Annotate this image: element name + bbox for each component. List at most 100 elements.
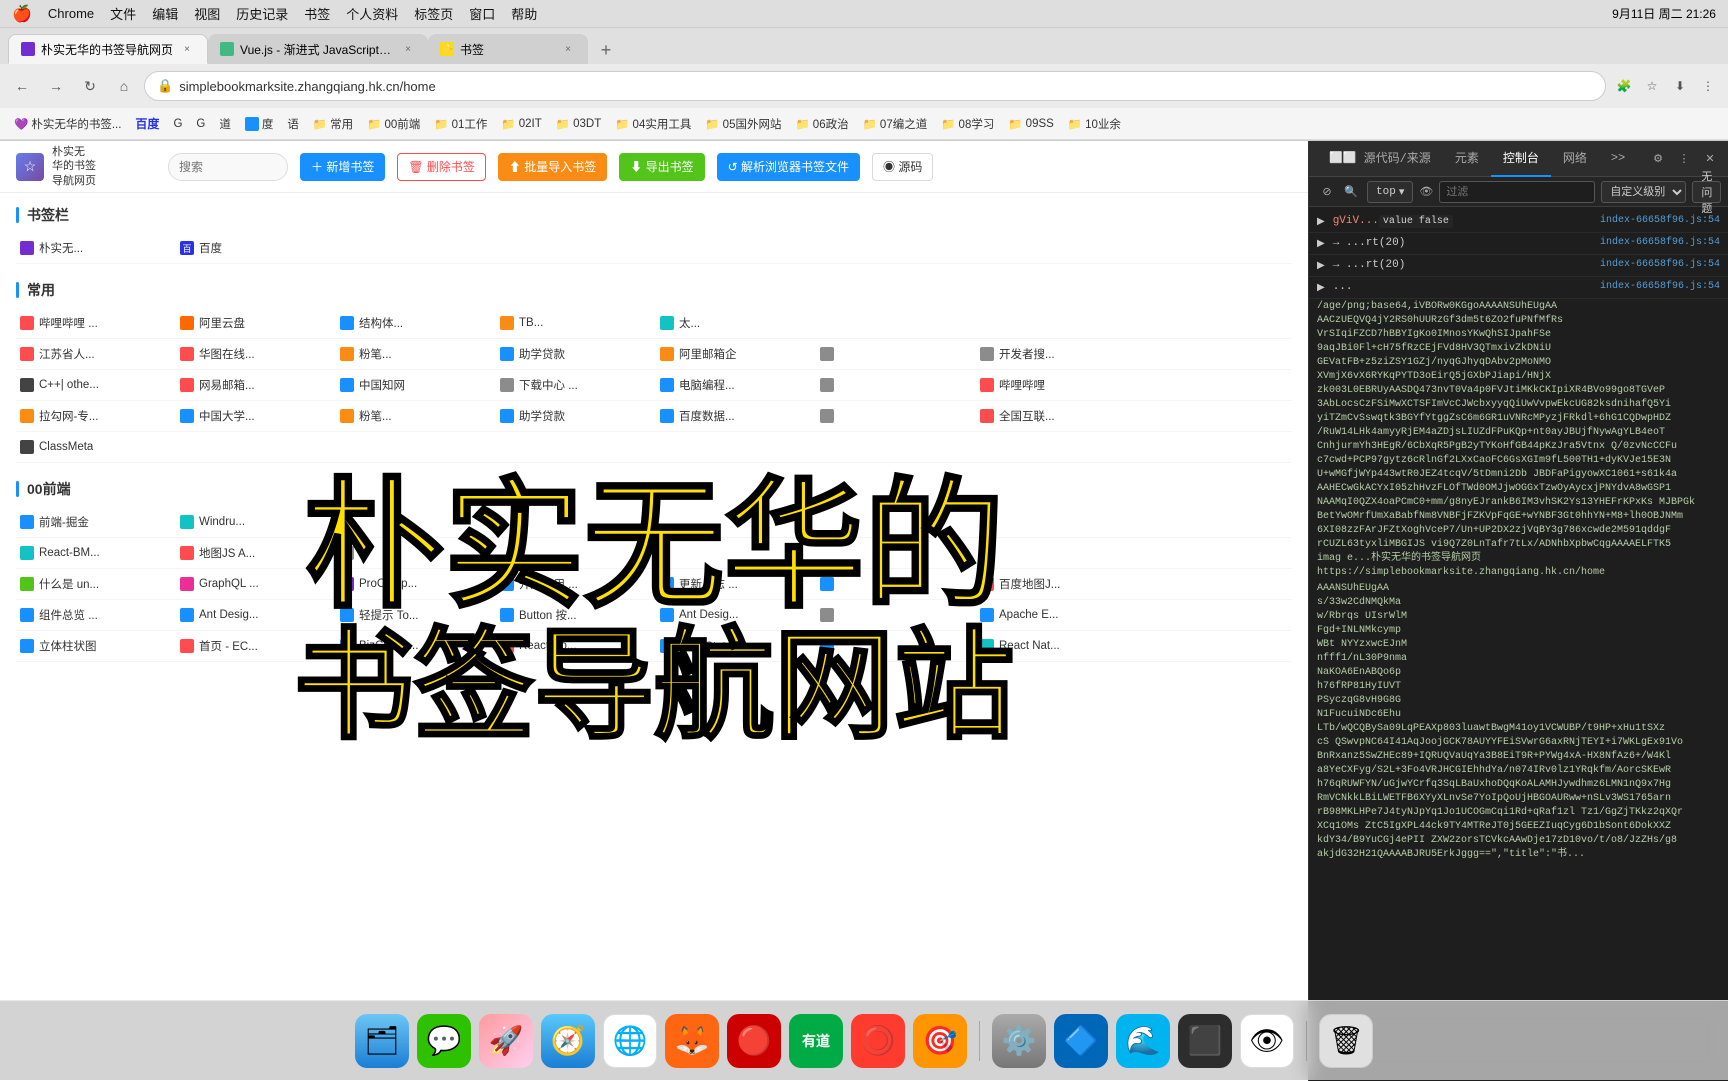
- tab3-close[interactable]: ×: [560, 41, 576, 57]
- menu-view[interactable]: 视图: [194, 4, 220, 23]
- dt-tab-network[interactable]: 网络: [1551, 141, 1599, 177]
- quanguo-cell[interactable]: 全国互联...: [976, 404, 1132, 428]
- diannaobiancheng-cell[interactable]: 电脑编程...: [656, 373, 812, 397]
- qingti-cell[interactable]: 轻提示 To...: [336, 603, 492, 627]
- huatu-cell[interactable]: 华图在线...: [176, 342, 332, 366]
- bm-bar-baidu[interactable]: 百度: [129, 113, 165, 134]
- zujian-cell[interactable]: 组件总览 ...: [16, 603, 172, 627]
- grey1-cell[interactable]: [816, 342, 972, 366]
- search-input[interactable]: [168, 153, 288, 181]
- baidumapj-cell[interactable]: 百度地图J...: [976, 572, 1132, 596]
- bilibili2-cell[interactable]: 哔哩哔哩: [976, 373, 1132, 397]
- grey4-cell[interactable]: [336, 541, 492, 565]
- dt-filter-icon[interactable]: 🔍: [1341, 182, 1361, 202]
- source-button[interactable]: ◉ 源码: [872, 153, 933, 181]
- delete-bookmark-button[interactable]: 🗑 删除书签: [397, 153, 486, 181]
- dock-terminal[interactable]: ⬛: [1178, 1014, 1232, 1068]
- aliyun-cell[interactable]: 阿里云盘: [176, 311, 332, 335]
- bm-bar-g1[interactable]: G: [167, 116, 188, 132]
- bm-folder-dt[interactable]: 📁 03DT: [550, 115, 607, 133]
- msg2-source[interactable]: index-66658f96.js:54: [1600, 235, 1720, 250]
- dt-level-select[interactable]: 自定义级别: [1601, 181, 1686, 203]
- fenbi-cell[interactable]: 粉笔...: [336, 342, 492, 366]
- download-cell[interactable]: 下载中心 ...: [496, 373, 652, 397]
- bm-cell-pushi[interactable]: 朴实无...: [16, 236, 172, 260]
- export-button[interactable]: ⬇ 导出书签: [619, 153, 704, 181]
- add-bookmark-button[interactable]: ＋ 新增书签: [300, 153, 385, 181]
- bm-bar-item-site[interactable]: 💜 朴实无华的书签...: [8, 114, 127, 134]
- tab-bookmark[interactable]: ⭐ 书签 ×: [428, 34, 588, 64]
- jiegou-cell[interactable]: 结构体...: [336, 311, 492, 335]
- gengxin-cell[interactable]: 更新日志 ...: [656, 572, 812, 596]
- dock-finder[interactable]: 🗂: [355, 1014, 409, 1068]
- menu-profile[interactable]: 个人资料: [346, 4, 398, 23]
- bm-folder-09[interactable]: 📁 09SS: [1002, 115, 1059, 133]
- grey2-cell[interactable]: [816, 373, 972, 397]
- dock-yuedao[interactable]: 有道: [789, 1014, 843, 1068]
- dt-filter-input[interactable]: [1439, 181, 1595, 203]
- bm-folder-coding[interactable]: 📁 07编之道: [857, 114, 934, 134]
- dock-chrome[interactable]: 🌐: [603, 1014, 657, 1068]
- fenbi2-cell[interactable]: 粉笔...: [336, 404, 492, 428]
- windru-cell[interactable]: Windru...: [176, 510, 332, 534]
- msg1-source[interactable]: index-66658f96.js:54: [1600, 213, 1720, 228]
- menu-tabs[interactable]: 标签页: [414, 4, 453, 23]
- shiyong-cell[interactable]: 使用 Stat...: [656, 634, 812, 658]
- bm-folder-frontend[interactable]: 📁 00前端: [361, 114, 426, 134]
- reload-button[interactable]: ↻: [76, 72, 104, 100]
- dt-more-icon[interactable]: ⋮: [1674, 149, 1694, 169]
- wyemail-cell[interactable]: 网易邮箱...: [176, 373, 332, 397]
- home-button[interactable]: ⌂: [110, 72, 138, 100]
- lagou-cell[interactable]: 拉勾网-专...: [16, 404, 172, 428]
- dock-unknown2[interactable]: 🎯: [913, 1014, 967, 1068]
- zhuxue2-cell[interactable]: 助学贷款: [496, 404, 652, 428]
- baidushuju-cell[interactable]: 百度数据...: [656, 404, 812, 428]
- tab-vuejs[interactable]: Vue.js - 渐进式 JavaScript 框架 ×: [208, 34, 428, 64]
- classmeta-cell[interactable]: ClassMeta: [16, 435, 172, 459]
- tb-cell[interactable]: TB...: [496, 311, 652, 335]
- aliemail-cell[interactable]: 阿里邮箱企: [656, 342, 812, 366]
- bm-folder-changyong[interactable]: 📁 常用: [307, 114, 359, 134]
- bm-folder-tools[interactable]: 📁 04实用工具: [609, 114, 697, 134]
- dock-preview[interactable]: 👁: [1240, 1014, 1294, 1068]
- bm-bar-dao[interactable]: 道: [213, 114, 237, 134]
- grey5-cell[interactable]: [816, 603, 972, 627]
- bm-bar-du[interactable]: 度: [239, 114, 280, 134]
- more-icon[interactable]: ⋮: [1696, 74, 1720, 98]
- menu-edit[interactable]: 编辑: [152, 4, 178, 23]
- new-tab-button[interactable]: +: [592, 36, 620, 64]
- menu-chrome[interactable]: Chrome: [48, 6, 94, 21]
- bm-bar-g2[interactable]: G: [190, 116, 211, 132]
- dt-tab-console[interactable]: 控制台: [1491, 141, 1551, 177]
- bm-folder-politics[interactable]: 📁 06政治: [789, 114, 854, 134]
- dt-settings-icon[interactable]: ⚙: [1648, 149, 1668, 169]
- button-cell[interactable]: Button 按...: [496, 603, 652, 627]
- dock-trash[interactable]: 🗑: [1319, 1014, 1373, 1068]
- procomp-cell[interactable]: ProComp...: [336, 572, 492, 596]
- dock-unknown1[interactable]: ⭕: [851, 1014, 905, 1068]
- dt-tab-source[interactable]: ⬜⬜ 源代码/来源: [1317, 141, 1443, 177]
- dock-wechat[interactable]: 💬: [417, 1014, 471, 1068]
- forward-button[interactable]: →: [42, 72, 70, 100]
- menu-file[interactable]: 文件: [110, 4, 136, 23]
- dt-eye-icon[interactable]: 👁: [1419, 182, 1433, 202]
- dt-prohibit-icon[interactable]: ⊘: [1317, 182, 1337, 202]
- parse-browser-button[interactable]: ↺ 解析浏览器书签文件: [717, 153, 860, 181]
- apache-cell[interactable]: Apache E...: [976, 603, 1132, 627]
- ec-cell[interactable]: 首页 - EC...: [176, 634, 332, 658]
- tab1-close[interactable]: ×: [179, 41, 195, 57]
- menu-help[interactable]: 帮助: [511, 4, 537, 23]
- dt-issue-btn[interactable]: 无问题: [1692, 181, 1721, 203]
- cnki-cell[interactable]: 中国知网: [336, 373, 492, 397]
- antd2-cell[interactable]: Ant Desig...: [656, 603, 812, 627]
- grey3-cell[interactable]: [816, 404, 972, 428]
- undefined-cell[interactable]: 什么是 un...: [16, 572, 172, 596]
- zhuxue-cell[interactable]: 助学贷款: [496, 342, 652, 366]
- menu-window[interactable]: 窗口: [469, 4, 495, 23]
- bm-cell-baidu[interactable]: 百 百度: [176, 236, 332, 260]
- dock-webstorm[interactable]: 🌊: [1116, 1014, 1170, 1068]
- blue1-cell[interactable]: [816, 572, 972, 596]
- reactro-cell[interactable]: React Ro...: [496, 634, 652, 658]
- bm-folder-learn[interactable]: 📁 08学习: [935, 114, 1000, 134]
- dock-launchpad[interactable]: 🚀: [479, 1014, 533, 1068]
